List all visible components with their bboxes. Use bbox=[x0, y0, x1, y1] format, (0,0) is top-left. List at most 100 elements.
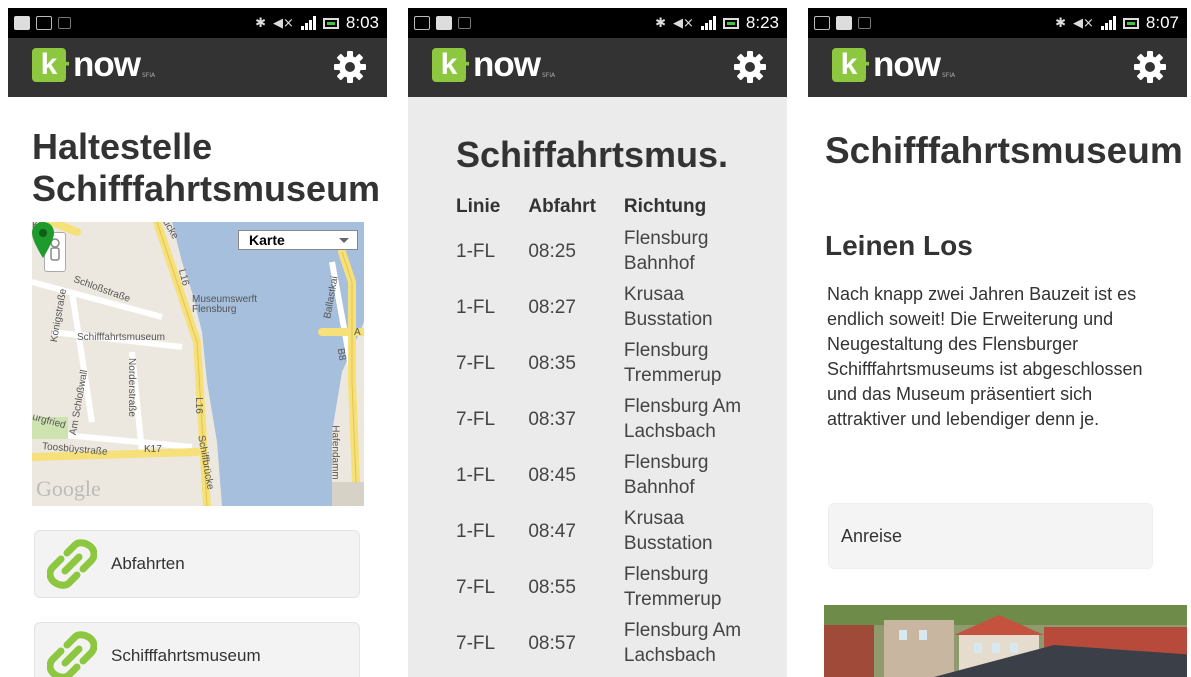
battery-icon bbox=[722, 17, 739, 29]
chevron-down-icon bbox=[339, 238, 349, 243]
logo-letter: k bbox=[432, 48, 466, 82]
bluetooth-icon: ✱ bbox=[1055, 15, 1067, 31]
mute-icon: ◀× bbox=[673, 15, 694, 31]
status-bar: ✱ ◀× 8:23 bbox=[408, 8, 787, 38]
mute-icon: ◀× bbox=[1073, 15, 1094, 31]
cell-linie: 1-FL bbox=[456, 296, 496, 318]
app-logo[interactable]: k · now SFIA bbox=[32, 45, 155, 85]
cell-richtung: Flensburg Bahnhof bbox=[623, 228, 709, 274]
map-label-schiffahrtsmuseum: Schifffahrtsmuseum bbox=[77, 332, 166, 343]
cell-richtung: Flensburg Am Lachsbach bbox=[623, 620, 742, 666]
anreise-button[interactable]: Anreise bbox=[828, 503, 1153, 569]
logo-word: now bbox=[473, 45, 541, 84]
bag-icon bbox=[436, 16, 452, 30]
screen-museum-detail: ✱ ◀× 8:07 k · now SFIA Schifffahrtsmuseu… bbox=[808, 8, 1187, 677]
cell-abfahrt: 08:37 bbox=[528, 408, 576, 430]
signal-icon bbox=[300, 16, 316, 30]
app-logo[interactable]: k · now SFIA bbox=[832, 45, 955, 85]
logo-word: now bbox=[873, 45, 941, 84]
screen-abfahrten: ✱ ◀× 8:23 k · now SFIA Schiffahrtsmus. L… bbox=[408, 8, 787, 677]
cell-richtung: Flensburg Tremmerup bbox=[623, 340, 722, 386]
table-row[interactable]: 1-FL 08:27 Krusaa Busstation bbox=[456, 282, 744, 338]
map-label-a: A bbox=[354, 327, 361, 338]
signal-icon bbox=[700, 16, 716, 30]
app-bar: k · now SFIA bbox=[408, 38, 787, 97]
map-type-select[interactable]: Karte bbox=[238, 230, 358, 250]
schiffahrtsmuseum-button[interactable]: Schifffahrtsmuseum bbox=[34, 622, 360, 677]
table-row[interactable]: 1-FL 08:47 Krusaa Busstation bbox=[456, 506, 744, 562]
battery-icon bbox=[322, 17, 339, 29]
museum-photo bbox=[824, 605, 1187, 677]
bag-icon bbox=[836, 16, 852, 30]
clock: 8:23 bbox=[745, 13, 779, 32]
map-label-k17: K17 bbox=[144, 444, 162, 455]
image-icon bbox=[36, 16, 52, 30]
logo-letter: k bbox=[32, 48, 66, 82]
map-type-value: Karte bbox=[249, 232, 285, 248]
mute-icon: ◀× bbox=[273, 15, 294, 31]
map-pin-icon[interactable] bbox=[32, 222, 54, 258]
cell-abfahrt: 08:27 bbox=[528, 296, 576, 318]
map-label-b8: B8 bbox=[334, 347, 348, 362]
table-header-row: Linie Abfahrt Richtung bbox=[456, 196, 744, 226]
logo-sub: SFIA bbox=[941, 72, 956, 79]
status-bar: ✱ ◀× 8:03 bbox=[8, 8, 387, 38]
gear-icon[interactable] bbox=[333, 50, 367, 84]
chain-link-icon bbox=[47, 539, 97, 589]
bag-icon bbox=[14, 16, 30, 30]
cell-richtung: Krusaa Busstation bbox=[623, 284, 713, 330]
page-title: Schiffahrtsmus. bbox=[456, 134, 729, 175]
bluetooth-icon: ✱ bbox=[255, 15, 267, 31]
table-row[interactable]: 7-FL 08:55 Flensburg Tremmerup bbox=[456, 562, 744, 618]
cell-linie: 7-FL bbox=[456, 632, 496, 654]
abfahrten-label: Abfahrten bbox=[111, 554, 185, 573]
map-label-l16b: L16 bbox=[192, 397, 204, 414]
clock: 8:07 bbox=[1145, 13, 1179, 32]
table-row[interactable]: 7-FL 08:37 Flensburg Am Lachsbach bbox=[456, 394, 744, 450]
google-attribution: Google bbox=[36, 476, 101, 501]
battery-icon bbox=[1122, 17, 1139, 29]
image-icon bbox=[814, 16, 830, 30]
cell-linie: 1-FL bbox=[456, 520, 496, 542]
page-title: Schifffahrtsmuseum Flensburg bbox=[825, 130, 1187, 171]
map-label-norderstrasse: Norderstraße bbox=[125, 358, 137, 417]
abfahrten-button[interactable]: Abfahrten bbox=[34, 530, 360, 598]
cell-linie: 7-FL bbox=[456, 408, 496, 430]
cell-linie: 7-FL bbox=[456, 352, 496, 374]
cell-abfahrt: 08:57 bbox=[528, 632, 576, 654]
app-logo[interactable]: k · now SFIA bbox=[432, 45, 555, 85]
cell-abfahrt: 08:35 bbox=[528, 352, 576, 374]
cell-abfahrt: 08:55 bbox=[528, 576, 576, 598]
article-body: Nach knapp zwei Jahren Bauzeit ist es en… bbox=[827, 284, 1143, 429]
image-icon bbox=[414, 16, 430, 30]
column-header-richtung: Richtung bbox=[623, 196, 707, 217]
app-bar: k · now SFIA bbox=[8, 38, 387, 97]
table-row[interactable]: 7-FL 08:35 Flensburg Tremmerup bbox=[456, 338, 744, 394]
gear-icon[interactable] bbox=[733, 50, 767, 84]
logo-letter: k bbox=[832, 48, 866, 82]
calendar-icon bbox=[58, 17, 71, 29]
column-header-linie: Linie bbox=[456, 196, 501, 217]
screen-haltestelle: ✱ ◀× 8:03 k · now SFIA Haltestelle Schif… bbox=[8, 8, 387, 677]
cell-richtung: Flensburg Tremmerup bbox=[623, 564, 722, 610]
cell-linie: 1-FL bbox=[456, 464, 496, 486]
column-header-abfahrt: Abfahrt bbox=[528, 196, 596, 217]
gear-icon[interactable] bbox=[1133, 50, 1167, 84]
logo-word: now bbox=[73, 45, 141, 84]
cell-abfahrt: 08:45 bbox=[528, 464, 576, 486]
table-row[interactable]: 7-FL 08:57 Flensburg Am Lachsbach bbox=[456, 618, 744, 674]
cell-richtung: Flensburg Bahnhof bbox=[623, 452, 709, 498]
map-view[interactable]: Karte K9 brücke L16 Museumswerft Flensbu… bbox=[32, 222, 364, 506]
calendar-icon bbox=[858, 17, 871, 29]
table-row[interactable]: 1-FL 08:45 Flensburg Bahnhof bbox=[456, 450, 744, 506]
article-subtitle: Leinen Los bbox=[825, 230, 973, 261]
app-bar: k · now SFIA bbox=[808, 38, 1187, 97]
status-bar: ✱ ◀× 8:07 bbox=[808, 8, 1187, 38]
cell-abfahrt: 08:47 bbox=[528, 520, 576, 542]
signal-icon bbox=[1100, 16, 1116, 30]
table-row[interactable]: 1-FL 08:25 Flensburg Bahnhof bbox=[456, 226, 744, 282]
map-label-museumswerft: Museumswerft Flensburg bbox=[192, 294, 258, 315]
calendar-icon bbox=[458, 17, 471, 29]
cell-richtung: Krusaa Busstation bbox=[623, 508, 713, 554]
logo-sub: SFIA bbox=[141, 72, 156, 79]
